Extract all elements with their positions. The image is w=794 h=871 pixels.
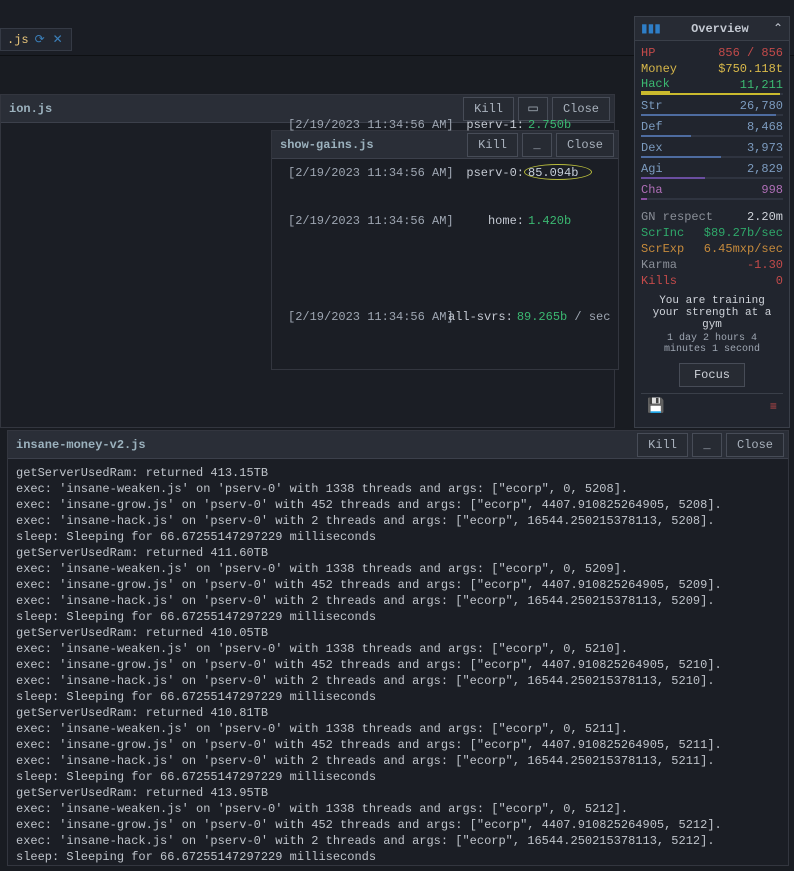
close-button[interactable]: Close bbox=[726, 433, 784, 457]
stat-label-karma: Karma bbox=[641, 258, 677, 272]
stat-bar-str bbox=[641, 114, 783, 116]
stat-value-karma: -1.30 bbox=[747, 258, 783, 272]
panel-title: insane-money-v2.js bbox=[16, 438, 633, 452]
gain-value: 2.750b bbox=[528, 117, 571, 133]
timestamp: [2/19/2023 11:34:56 AM] bbox=[288, 117, 448, 133]
stat-value-gn: 2.20m bbox=[747, 210, 783, 224]
stat-bar-dex bbox=[641, 156, 783, 158]
editor-tab[interactable]: .js ⟳ ✕ bbox=[0, 28, 72, 51]
stat-label-cha: Cha bbox=[641, 183, 663, 197]
gain-label: home: bbox=[448, 213, 528, 229]
overview-subtext: 1 day 2 hours 4 minutes 1 second bbox=[641, 333, 783, 363]
gains-body: [2/19/2023 11:34:56 AM]pserv-1: 2.750b [… bbox=[280, 79, 610, 363]
kill-button[interactable]: Kill bbox=[637, 433, 688, 457]
log-panel: insane-money-v2.js Kill _ Close getServe… bbox=[7, 430, 789, 866]
stat-label-gn: GN respect bbox=[641, 210, 713, 224]
timestamp: [2/19/2023 11:34:56 AM] bbox=[288, 309, 448, 325]
stat-bar-agi bbox=[641, 177, 783, 179]
gain-label: pserv-0: bbox=[448, 165, 528, 181]
stat-value-cha: 998 bbox=[761, 183, 783, 197]
panel-titlebar[interactable]: insane-money-v2.js Kill _ Close bbox=[8, 431, 788, 459]
stat-label-money: Money bbox=[641, 62, 677, 76]
stat-label-agi: Agi bbox=[641, 162, 663, 176]
stat-value-money: $750.118t bbox=[718, 62, 783, 76]
chevron-up-icon[interactable]: ⌃ bbox=[773, 21, 783, 36]
gain-suffix: / sec bbox=[567, 309, 610, 325]
save-icon[interactable]: 💾 bbox=[647, 398, 664, 415]
tab-label: .js bbox=[7, 33, 29, 47]
stat-label-dex: Dex bbox=[641, 141, 663, 155]
log-body: getServerUsedRam: returned 413.15TB exec… bbox=[8, 459, 788, 871]
stat-label-kills: Kills bbox=[641, 274, 677, 288]
stat-bar-hack bbox=[641, 93, 783, 95]
stat-value-hp: 856 / 856 bbox=[718, 46, 783, 60]
gain-value: 1.420b bbox=[528, 213, 571, 229]
gain-label: pserv-1: bbox=[448, 117, 528, 133]
stat-label-screxp: ScrExp bbox=[641, 242, 684, 256]
timestamp: [2/19/2023 11:34:56 AM] bbox=[288, 213, 448, 229]
stat-label-scrinc: ScrInc bbox=[641, 226, 684, 240]
stat-bar-def bbox=[641, 135, 783, 137]
refresh-icon[interactable]: ⟳ bbox=[33, 32, 47, 47]
stat-value-scrinc: $89.27b/sec bbox=[704, 226, 783, 240]
timestamp: [2/19/2023 11:34:56 AM] bbox=[288, 165, 448, 181]
stat-label-hp: HP bbox=[641, 46, 655, 60]
stat-value-dex: 3,973 bbox=[747, 141, 783, 155]
menu-icon[interactable]: ≡ bbox=[770, 400, 777, 414]
overview-message: You are training your strength at a gym bbox=[641, 289, 783, 333]
overview-title: Overview bbox=[667, 22, 773, 36]
gain-value: 85.094b bbox=[528, 165, 578, 181]
overview-sidebar: ▮▮▮ Overview ⌃ HP 856 / 856 Money $750.118… bbox=[634, 16, 790, 428]
close-icon[interactable]: ✕ bbox=[51, 32, 65, 47]
stat-label-hack: Hack bbox=[641, 77, 670, 93]
stat-value-hack: 11,211 bbox=[740, 78, 783, 92]
gain-label: all-svrs: bbox=[448, 309, 517, 325]
stat-value-agi: 2,829 bbox=[747, 162, 783, 176]
stat-value-def: 8,468 bbox=[747, 120, 783, 134]
overview-body: HP 856 / 856 Money $750.118t Hack 11,211 St… bbox=[635, 41, 789, 427]
stat-label-def: Def bbox=[641, 120, 663, 134]
gain-value: 89.265b bbox=[517, 309, 567, 325]
stat-value-kills: 0 bbox=[776, 274, 783, 288]
show-gains-panel: show-gains.js Kill _ Close [2/19/2023 11… bbox=[271, 130, 619, 370]
overview-header[interactable]: ▮▮▮ Overview ⌃ bbox=[635, 17, 789, 41]
stat-bar-cha bbox=[641, 198, 783, 200]
minimize-icon[interactable]: _ bbox=[692, 433, 722, 457]
bars-icon: ▮▮▮ bbox=[641, 21, 661, 36]
stat-value-str: 26,780 bbox=[740, 99, 783, 113]
stat-value-screxp: 6.45mxp/sec bbox=[704, 242, 783, 256]
stat-label-str: Str bbox=[641, 99, 663, 113]
focus-button[interactable]: Focus bbox=[679, 363, 745, 387]
